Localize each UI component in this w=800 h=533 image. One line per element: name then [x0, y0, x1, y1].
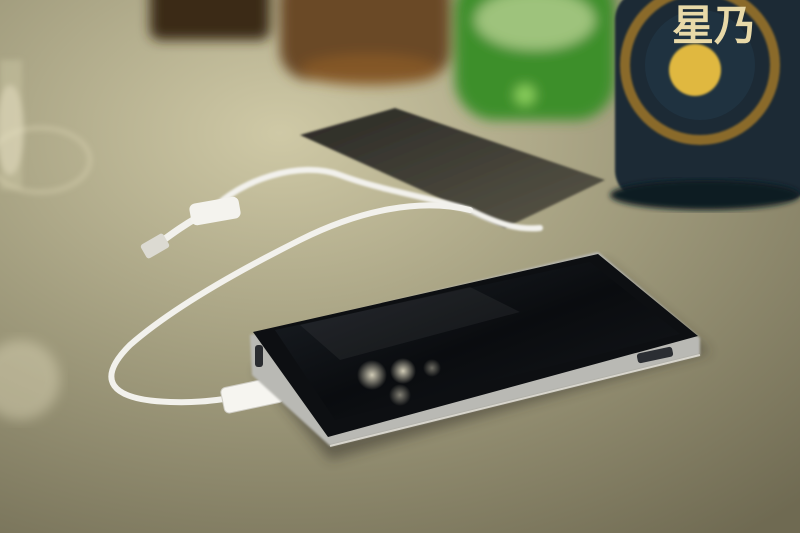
sake-bottle-icon: 星乃	[610, 0, 800, 210]
screen-reflection	[357, 360, 387, 390]
bottle-label-text: 星乃	[672, 1, 756, 50]
dark-bottle	[150, 0, 270, 40]
photo-scene: 星乃	[0, 0, 800, 533]
phone-speaker	[255, 345, 263, 367]
photo-canvas: 星乃	[0, 0, 800, 533]
